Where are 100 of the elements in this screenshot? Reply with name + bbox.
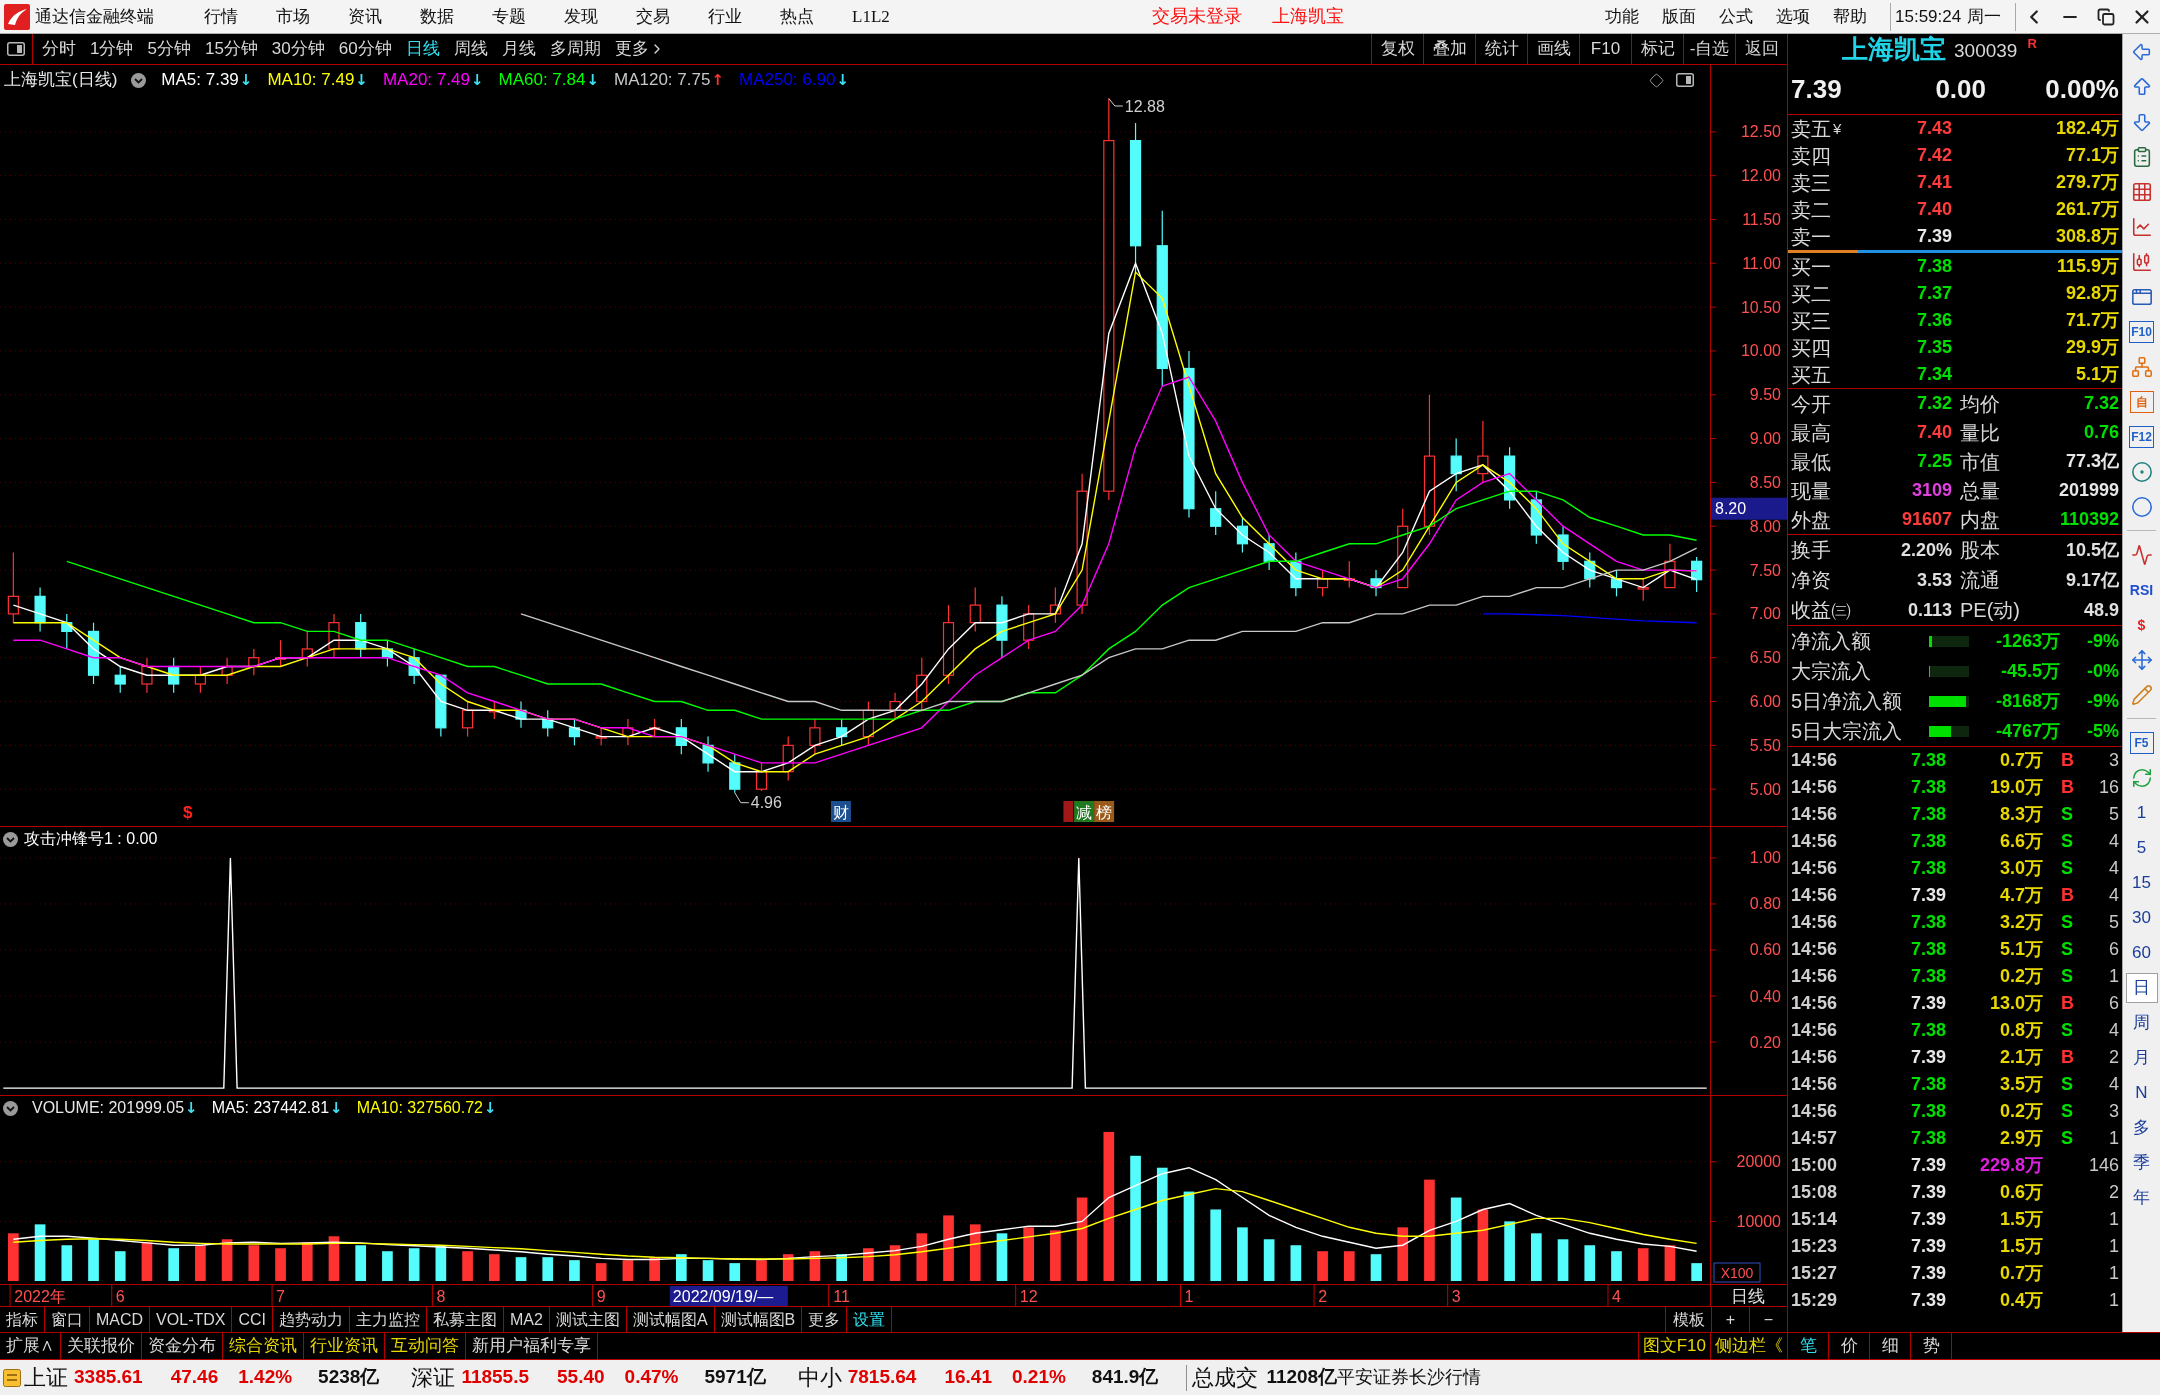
info-tab[interactable]: 关联报价 bbox=[61, 1333, 142, 1359]
period-tab[interactable]: 15分钟 bbox=[204, 36, 258, 62]
tool-button[interactable]: RSI bbox=[2129, 582, 2154, 597]
period-button[interactable]: 月 bbox=[2125, 1042, 2158, 1073]
ring-icon[interactable] bbox=[2130, 495, 2153, 518]
toolbar-button[interactable]: F10 bbox=[1579, 34, 1631, 64]
order-level: 卖四 bbox=[1791, 143, 1832, 169]
period-button[interactable]: 15 bbox=[2125, 867, 2158, 898]
panel-toggle-icon[interactable] bbox=[1676, 73, 1694, 87]
stat-value: 0.113 bbox=[1906, 598, 1952, 622]
panel-toggle-icon[interactable] bbox=[7, 42, 25, 56]
period-button[interactable]: 5 bbox=[2125, 832, 2158, 863]
period-button[interactable]: 季 bbox=[2125, 1147, 2158, 1178]
candlestick bbox=[862, 700, 874, 746]
period-button[interactable]: 日 bbox=[2125, 972, 2158, 1003]
candlestick bbox=[542, 709, 554, 738]
tool-button[interactable]: F5 bbox=[2129, 731, 2154, 754]
pencil-icon[interactable] bbox=[2130, 683, 2153, 706]
wave-chart-icon[interactable] bbox=[2130, 543, 2153, 566]
event-tag[interactable]: 财 bbox=[830, 801, 851, 822]
menu-item[interactable]: 专题 bbox=[492, 3, 564, 30]
order-price: 7.37 bbox=[1915, 282, 1952, 305]
diamond-icon[interactable] bbox=[1649, 72, 1664, 88]
change-percent: 0.00% bbox=[2044, 73, 2119, 106]
trend-arrow: ↓ bbox=[185, 1097, 198, 1119]
menu-item[interactable]: 数据 bbox=[420, 3, 492, 30]
period-tab[interactable]: 1分钟 bbox=[90, 36, 134, 62]
period-button[interactable]: 多 bbox=[2125, 1112, 2158, 1143]
trade-side: S bbox=[2061, 803, 2074, 826]
menu-item[interactable]: 公式 bbox=[1719, 3, 1776, 30]
toolbar-button[interactable]: 标记 bbox=[1631, 34, 1683, 64]
period-button[interactable]: 60 bbox=[2125, 937, 2158, 968]
menu-item[interactable]: 交易 bbox=[636, 3, 708, 30]
order-price: 7.35 bbox=[1915, 336, 1952, 359]
period-tab[interactable]: 分时 bbox=[42, 36, 76, 62]
detail-tab[interactable]: 势 bbox=[1911, 1333, 1952, 1359]
event-tag[interactable]: 减 bbox=[1074, 801, 1095, 822]
hierarchy-icon[interactable] bbox=[2130, 355, 2153, 378]
period-tab[interactable]: 5分钟 bbox=[147, 36, 191, 62]
tool-button[interactable]: $ bbox=[2137, 617, 2146, 632]
dropdown-caret-icon[interactable] bbox=[3, 1100, 18, 1116]
period-button[interactable]: 周 bbox=[2125, 1007, 2158, 1038]
toolbar-button[interactable]: -自选 bbox=[1683, 34, 1735, 64]
move-icon[interactable] bbox=[2130, 648, 2153, 671]
toolbar-button[interactable]: 复权 bbox=[1371, 34, 1423, 64]
detail-tab[interactable]: 笔 bbox=[1788, 1333, 1829, 1359]
info-tab[interactable]: 扩展∧ bbox=[0, 1333, 61, 1359]
flow-label: 净流入额 bbox=[1791, 629, 1872, 654]
tick-volume: 2.9万 bbox=[1998, 1127, 2043, 1150]
toolbar-button[interactable]: 统计 bbox=[1475, 34, 1527, 64]
info-tab[interactable]: 资金分布 bbox=[142, 1333, 223, 1359]
table-icon[interactable] bbox=[2130, 180, 2153, 203]
period-button[interactable]: 30 bbox=[2125, 902, 2158, 933]
info-tab[interactable]: 新用户福利专享 bbox=[466, 1333, 598, 1359]
login-status[interactable]: 交易未登录 bbox=[1152, 3, 1242, 30]
trend-arrow: ↓ bbox=[470, 69, 484, 91]
stat-value: 10.5亿 bbox=[2064, 538, 2119, 562]
trend-arrow: ↓ bbox=[239, 69, 253, 91]
detail-tab[interactable]: 价 bbox=[1829, 1333, 1870, 1359]
stat-label: 均价 bbox=[1960, 391, 2001, 417]
panel-tab[interactable]: 图文F10 bbox=[1637, 1333, 1710, 1359]
axis-label: 4 bbox=[1612, 1287, 1621, 1305]
menu-item[interactable]: 功能 bbox=[1605, 3, 1662, 30]
candlestick-icon[interactable] bbox=[2130, 250, 2153, 273]
menu-item[interactable]: 行情 bbox=[204, 3, 276, 30]
tick-time: 14:56 bbox=[1791, 749, 1839, 772]
period-tab[interactable]: 月线 bbox=[501, 36, 536, 62]
period-button[interactable]: 年 bbox=[2125, 1182, 2158, 1213]
info-tab[interactable]: 行业资讯 bbox=[304, 1333, 385, 1359]
toolbar-button[interactable]: 画线 bbox=[1527, 34, 1579, 64]
period-tab[interactable]: 60分钟 bbox=[338, 36, 392, 62]
more-button[interactable]: 更多 bbox=[614, 36, 665, 62]
period-tab[interactable]: 多周期 bbox=[549, 36, 601, 62]
menu-item[interactable]: 发现 bbox=[564, 3, 636, 30]
menu-item[interactable]: 热点 bbox=[780, 3, 852, 30]
detail-tab[interactable]: 细 bbox=[1870, 1333, 1911, 1359]
dropdown-caret-icon[interactable] bbox=[131, 72, 147, 88]
period-button[interactable]: N bbox=[2125, 1077, 2158, 1108]
toolbar-button[interactable]: 叠加 bbox=[1423, 34, 1475, 64]
menu-item[interactable]: 行业 bbox=[708, 3, 780, 30]
period-tab[interactable]: 周线 bbox=[453, 36, 488, 62]
menu-item[interactable]: 市场 bbox=[276, 3, 348, 30]
info-tab[interactable]: 综合资讯 bbox=[223, 1333, 304, 1359]
menu-item[interactable]: 选项 bbox=[1776, 3, 1833, 30]
period-tab[interactable]: 日线 bbox=[405, 36, 440, 62]
line-chart-icon[interactable] bbox=[2130, 215, 2153, 238]
tool-button[interactable]: F12 bbox=[2129, 425, 2154, 448]
menu-item[interactable]: L1L2 bbox=[852, 3, 924, 30]
menu-item[interactable]: 帮助 bbox=[1833, 3, 1890, 30]
dropdown-caret-icon[interactable] bbox=[3, 831, 18, 847]
circle-icon[interactable] bbox=[2130, 460, 2153, 483]
event-tag[interactable]: 榜 bbox=[1094, 801, 1115, 822]
period-tab[interactable]: 30分钟 bbox=[271, 36, 325, 62]
panel-tab[interactable]: 侧边栏《 bbox=[1710, 1333, 1787, 1359]
refresh-icon[interactable] bbox=[2130, 766, 2153, 789]
tool-button[interactable]: F10 bbox=[2129, 320, 2154, 343]
menu-item[interactable]: 资讯 bbox=[348, 3, 420, 30]
period-button[interactable]: 1 bbox=[2125, 797, 2158, 828]
menu-item[interactable]: 版面 bbox=[1662, 3, 1719, 30]
info-tab[interactable]: 互动问答 bbox=[385, 1333, 466, 1359]
